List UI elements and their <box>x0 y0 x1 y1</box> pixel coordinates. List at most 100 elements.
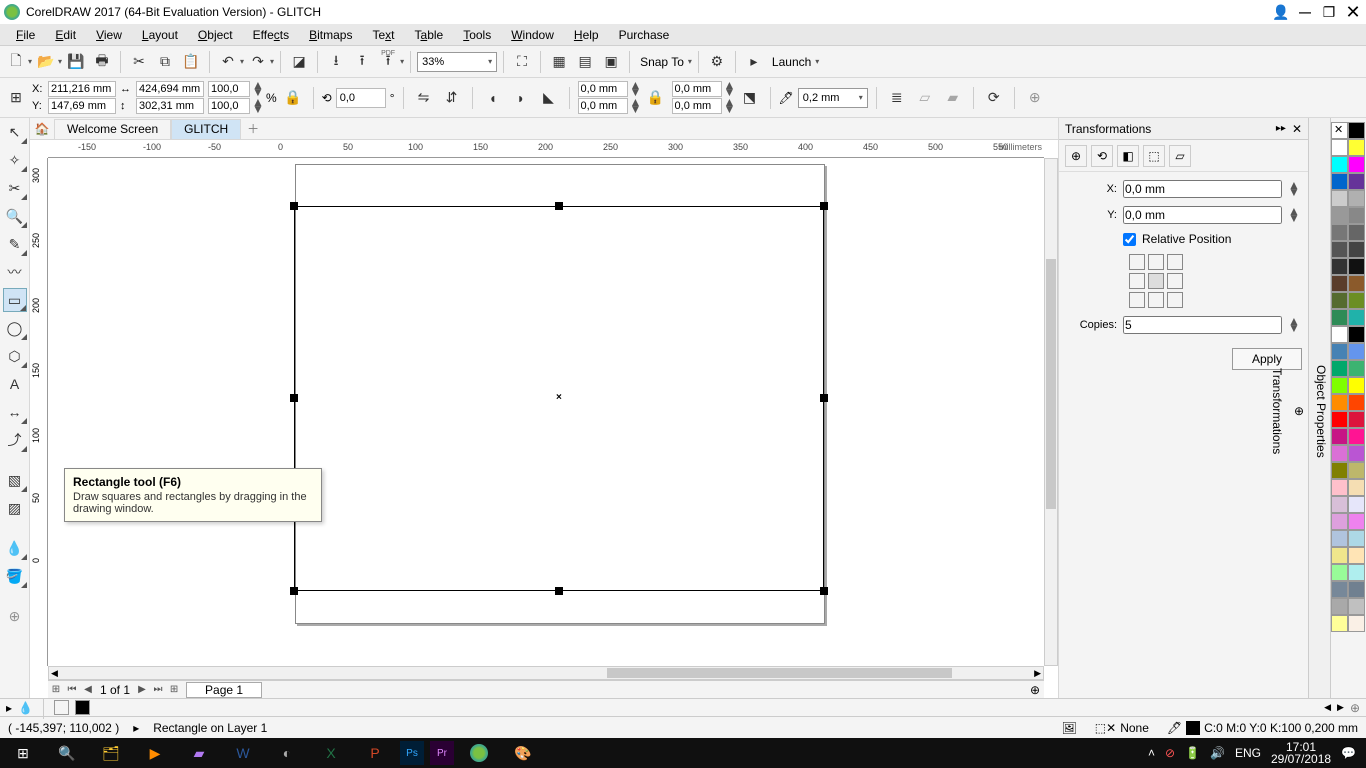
color-swatch[interactable] <box>1348 377 1365 394</box>
snap-dropdown[interactable]: ▾ <box>688 57 692 66</box>
import-button[interactable]: ⭳ <box>324 50 348 74</box>
color-swatch[interactable] <box>1331 139 1348 156</box>
color-swatch[interactable] <box>1348 513 1365 530</box>
menu-file[interactable]: File <box>6 26 45 44</box>
photoshop-icon[interactable]: Ps <box>400 741 424 765</box>
corner-tr-input[interactable] <box>672 81 722 97</box>
paint-icon[interactable]: 🎨 <box>504 739 542 767</box>
to-back-button[interactable]: ▰ <box>941 86 965 110</box>
color-swatch[interactable] <box>1331 241 1348 258</box>
show-grid-button[interactable]: ▤ <box>573 50 597 74</box>
show-guidelines-button[interactable]: ▣ <box>599 50 623 74</box>
film-app-icon[interactable]: ▶ <box>136 739 174 767</box>
color-swatch[interactable] <box>1331 224 1348 241</box>
color-swatch[interactable] <box>1331 173 1348 190</box>
powerpoint-icon[interactable]: P <box>356 739 394 767</box>
minimize-button[interactable]: — <box>1296 3 1314 21</box>
outline-width-combo[interactable]: ▾ <box>798 88 868 108</box>
palette-flyout-icon[interactable]: ▸ <box>6 701 12 715</box>
color-swatch[interactable] <box>1348 598 1365 615</box>
page-add-after-button[interactable]: ⊞ <box>166 682 182 698</box>
save-button[interactable]: 💾 <box>64 50 88 74</box>
menu-help[interactable]: Help <box>564 26 609 44</box>
vtab-object-properties[interactable]: Object Properties <box>1312 359 1330 464</box>
page-add-button[interactable]: ⊞ <box>48 682 64 698</box>
outline-pen-icon-status[interactable]: 🖊 <box>1167 721 1182 735</box>
color-swatch[interactable] <box>1348 360 1365 377</box>
home-tab-icon[interactable]: 🏠 <box>30 119 54 139</box>
x-position-input[interactable] <box>48 81 116 97</box>
account-icon[interactable]: 👤 <box>1272 3 1290 21</box>
color-swatch[interactable] <box>1348 190 1365 207</box>
handle-tr[interactable] <box>820 202 828 210</box>
menu-layout[interactable]: Layout <box>132 26 188 44</box>
undo-button[interactable]: ↶ <box>216 50 240 74</box>
color-swatch[interactable] <box>1331 394 1348 411</box>
search-button[interactable]: 🔍 <box>48 739 86 767</box>
app-launcher-icon[interactable]: ▸ <box>742 50 766 74</box>
redo-button[interactable]: ↷ <box>246 50 270 74</box>
menu-purchase[interactable]: Purchase <box>609 26 680 44</box>
color-swatch[interactable] <box>1331 411 1348 428</box>
maximize-button[interactable]: ❐ <box>1320 3 1338 21</box>
color-swatch[interactable] <box>1331 581 1348 598</box>
ellipse-tool[interactable]: ◯ <box>3 316 27 340</box>
color-swatch[interactable] <box>1331 598 1348 615</box>
color-swatch[interactable] <box>1331 258 1348 275</box>
color-swatch[interactable] <box>1348 581 1365 598</box>
rotation-input[interactable] <box>336 88 386 108</box>
transform-rotate-icon[interactable]: ⟲ <box>1091 145 1113 167</box>
color-swatch[interactable] <box>1331 292 1348 309</box>
color-swatch[interactable] <box>1331 309 1348 326</box>
fullscreen-button[interactable]: ⛶ <box>510 50 534 74</box>
color-swatch[interactable] <box>1331 156 1348 173</box>
horizontal-ruler[interactable]: -150-100-50 050100 150200250 300350400 4… <box>48 140 1044 158</box>
corner-chamfer-button[interactable]: ◣ <box>537 86 561 110</box>
center-marker[interactable]: × <box>556 392 562 403</box>
text-tool[interactable]: A <box>3 372 27 396</box>
menu-view[interactable]: View <box>86 26 132 44</box>
vertical-scrollbar[interactable] <box>1044 158 1058 666</box>
docker-close-icon[interactable]: ✕ <box>1292 122 1302 136</box>
new-tab-button[interactable]: ＋ <box>241 119 265 139</box>
menu-effects[interactable]: Effects <box>243 26 299 44</box>
drop-shadow-tool[interactable]: ▧ <box>3 468 27 492</box>
color-swatch[interactable] <box>1348 326 1365 343</box>
convert-curves-button[interactable]: ⟳ <box>982 86 1006 110</box>
horizontal-scrollbar[interactable]: ◀ ▶ <box>48 666 1044 680</box>
menu-text[interactable]: Text <box>362 26 404 44</box>
navigator-icon[interactable]: ⊕ <box>1030 683 1040 697</box>
tray-chevron-icon[interactable]: ˄ <box>1148 746 1155 760</box>
color-swatch[interactable] <box>1331 530 1348 547</box>
pick-tool[interactable]: ↖ <box>3 120 27 144</box>
drawing-canvas[interactable]: × <box>48 158 1044 666</box>
color-swatch[interactable] <box>1348 173 1365 190</box>
corner-bl-input[interactable] <box>578 98 628 114</box>
palette-scroll-right[interactable]: ▶ <box>1337 702 1344 713</box>
page-prev-button[interactable]: ◀ <box>80 682 96 698</box>
lock-ratio-button[interactable]: 🔒 <box>281 86 305 110</box>
redo-dropdown[interactable]: ▾ <box>270 57 274 66</box>
color-swatch[interactable] <box>1348 547 1365 564</box>
options-button[interactable]: ⚙ <box>705 50 729 74</box>
page-tab[interactable]: Page 1 <box>186 682 262 698</box>
color-swatch[interactable] <box>1331 377 1348 394</box>
menu-table[interactable]: Table <box>405 26 454 44</box>
tray-volume-icon[interactable]: 🔊 <box>1210 746 1225 760</box>
color-swatch[interactable] <box>1348 156 1365 173</box>
color-swatch[interactable] <box>1348 343 1365 360</box>
menu-edit[interactable]: Edit <box>45 26 86 44</box>
fill-tool[interactable]: 🪣 <box>3 564 27 588</box>
color-swatch[interactable] <box>1331 445 1348 462</box>
color-swatch[interactable] <box>1348 394 1365 411</box>
start-button[interactable]: ⊞ <box>4 739 42 767</box>
toolbox-add-button[interactable]: ⊕ <box>3 604 27 628</box>
open-dropdown[interactable]: ▾ <box>58 57 62 66</box>
color-swatch[interactable] <box>1348 258 1365 275</box>
launch-dropdown[interactable]: ▾ <box>815 57 819 66</box>
color-swatch[interactable] <box>1331 343 1348 360</box>
color-swatch[interactable] <box>1348 224 1365 241</box>
color-swatch[interactable] <box>1331 547 1348 564</box>
artistic-media-tool[interactable]: 〰 <box>3 260 27 284</box>
color-swatch[interactable] <box>1348 292 1365 309</box>
